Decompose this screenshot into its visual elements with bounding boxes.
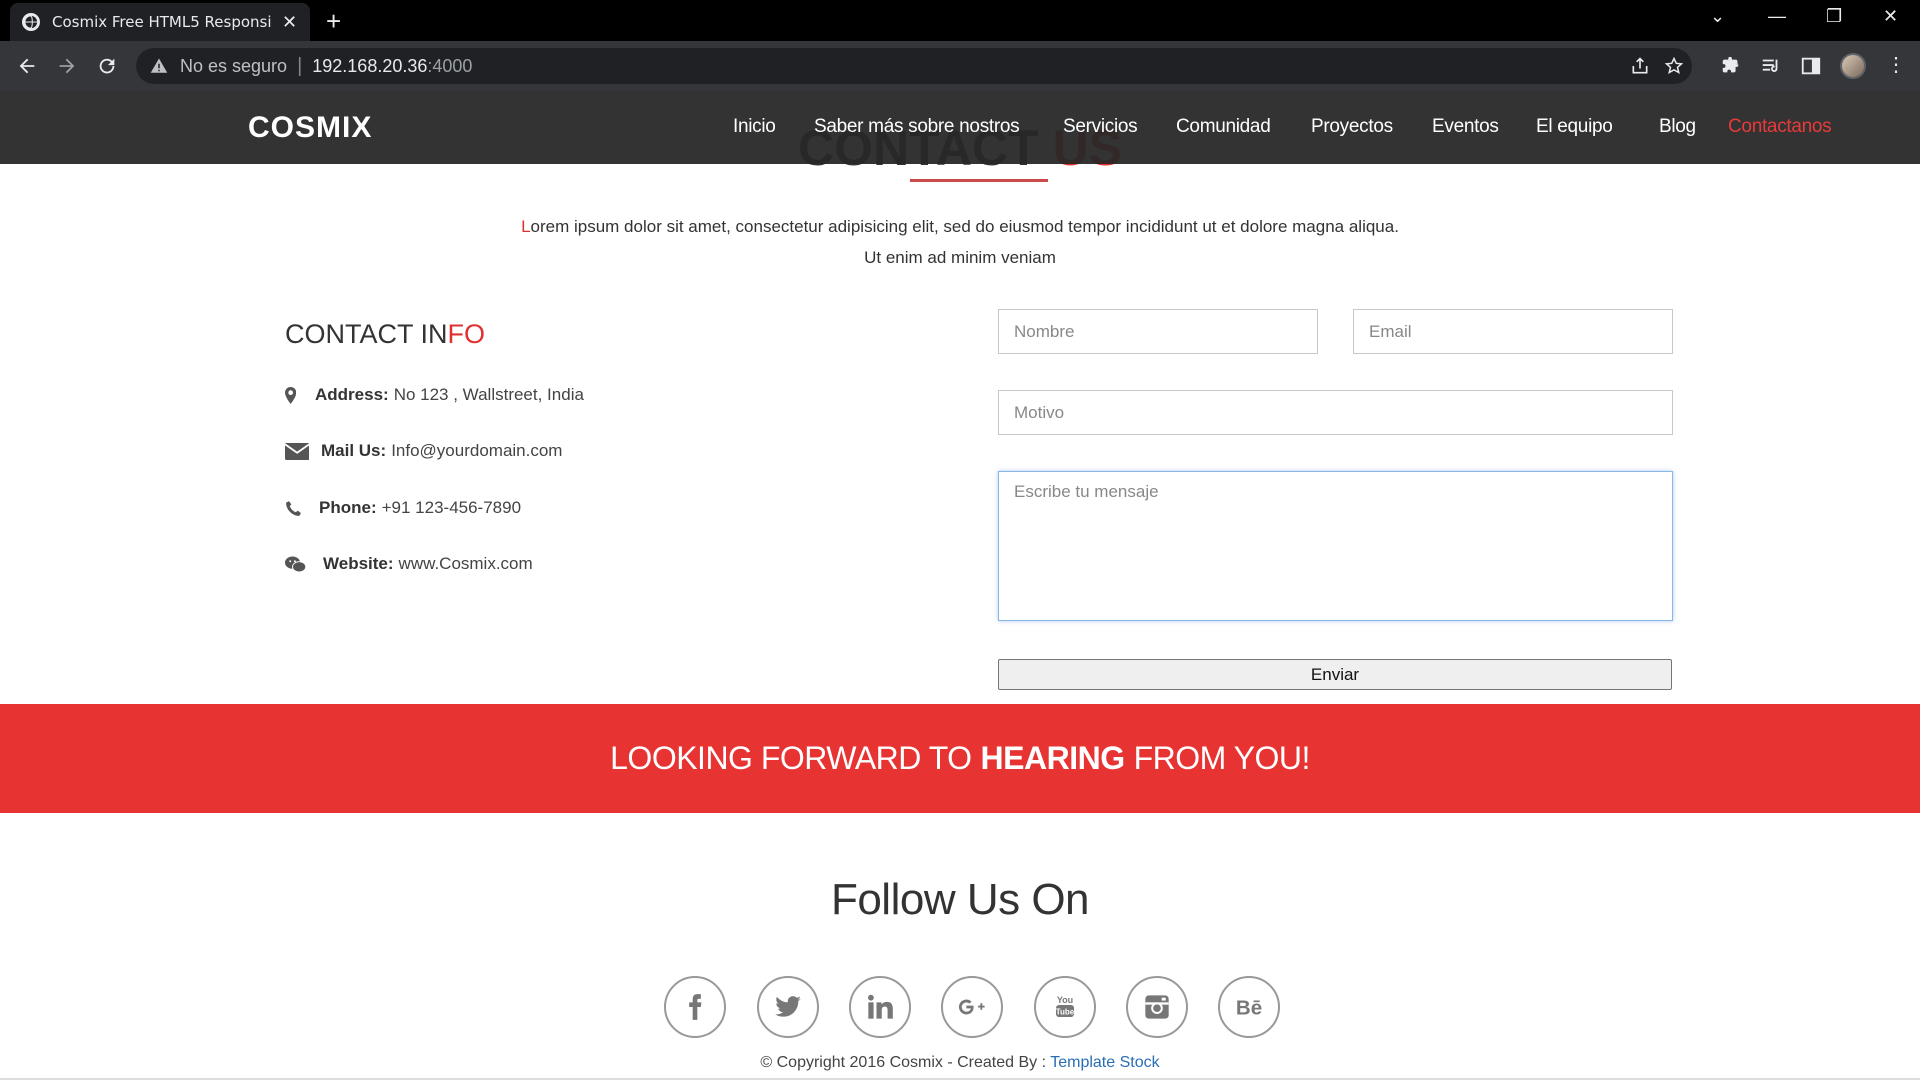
close-window-button[interactable]: ✕: [1883, 6, 1898, 27]
behance-icon[interactable]: Bē: [1218, 976, 1280, 1038]
mail-value[interactable]: Info@yourdomain.com: [391, 441, 562, 461]
profile-avatar[interactable]: [1840, 53, 1866, 79]
tab-search-icon[interactable]: ⌄: [1710, 6, 1725, 27]
bookmark-star-icon[interactable]: [1664, 56, 1684, 76]
tab-title: Cosmix Free HTML5 Responsive T: [52, 13, 272, 31]
name-input[interactable]: [998, 309, 1318, 354]
nav-item-contactanos[interactable]: Contactanos: [1728, 116, 1832, 138]
linkedin-icon[interactable]: [849, 976, 911, 1038]
tab-close-icon[interactable]: ✕: [282, 12, 297, 33]
share-icon[interactable]: [1630, 56, 1650, 76]
browser-tab[interactable]: Cosmix Free HTML5 Responsive T ✕: [10, 3, 310, 41]
phone-row: Phone: +91 123-456-7890: [285, 498, 521, 518]
send-button[interactable]: Enviar: [998, 659, 1672, 690]
svg-text:You: You: [1057, 995, 1073, 1005]
security-label[interactable]: No es seguro: [180, 56, 287, 77]
side-panel-icon[interactable]: [1800, 55, 1822, 77]
url-port: :4000: [427, 55, 473, 76]
address-bar[interactable]: No es seguro | 192.168.20.36 :4000: [136, 48, 1692, 84]
copyright-text: © Copyright 2016 Cosmix - Created By :: [760, 1054, 1051, 1071]
footer-copyright: © Copyright 2016 Cosmix - Created By : T…: [0, 1054, 1920, 1072]
address-value: No 123 , Wallstreet, India: [393, 385, 584, 404]
forward-arrow-icon[interactable]: [54, 53, 80, 79]
message-textarea[interactable]: [998, 471, 1673, 621]
nav-item-comunidad[interactable]: Comunidad: [1176, 116, 1271, 138]
url-host: 192.168.20.36: [312, 55, 428, 76]
banner-text-2: FROM YOU!: [1133, 740, 1311, 776]
nav-item-servicios[interactable]: Servicios: [1063, 116, 1138, 138]
section-lead-text: Lorem ipsum dolor sit amet, consectetur …: [0, 211, 1920, 273]
phone-icon: [285, 499, 309, 517]
extensions-icon[interactable]: [1720, 55, 1742, 77]
address-row: Address: No 123 , Wallstreet, India: [285, 385, 584, 405]
website-row: Website: www.Cosmix.com: [285, 554, 533, 574]
lead-line-1: Lorem ipsum dolor sit amet, consectetur …: [0, 211, 1920, 242]
twitter-icon[interactable]: [757, 976, 819, 1038]
reload-icon[interactable]: [94, 53, 120, 79]
nav-item-blog[interactable]: Blog: [1659, 116, 1696, 138]
browser-menu-icon[interactable]: ⋮: [1886, 55, 1906, 75]
minimize-button[interactable]: —: [1768, 6, 1786, 27]
mail-row: Mail Us: Info@yourdomain.com: [285, 441, 562, 461]
warning-icon[interactable]: [150, 57, 168, 75]
browser-toolbar: No es seguro | 192.168.20.36 :4000 ⋮: [0, 41, 1920, 91]
svg-text:Bē: Bē: [1236, 996, 1262, 1019]
contact-info-title-main: CONTACT IN: [285, 319, 448, 349]
restore-button[interactable]: ❐: [1826, 6, 1842, 27]
facebook-icon[interactable]: [664, 976, 726, 1038]
nav-item-eventos[interactable]: Eventos: [1432, 116, 1499, 138]
globe-icon: [22, 13, 40, 31]
nav-item-proyectos[interactable]: Proyectos: [1311, 116, 1393, 138]
mail-label: Mail Us:: [321, 441, 387, 460]
nav-item-about[interactable]: Saber más sobre nostros: [814, 116, 1020, 138]
phone-value: +91 123-456-7890: [381, 498, 522, 517]
media-queue-icon[interactable]: [1760, 55, 1782, 77]
site-logo[interactable]: COSMIX: [248, 111, 372, 145]
lead-line-1-text: orem ipsum dolor sit amet, consectetur a…: [530, 217, 1399, 236]
contact-info-title: CONTACT INFO: [285, 319, 485, 350]
back-arrow-icon[interactable]: [14, 53, 40, 79]
email-input[interactable]: [1353, 309, 1673, 354]
instagram-icon[interactable]: [1126, 976, 1188, 1038]
banner-text-bold: HEARING: [980, 740, 1126, 776]
new-tab-button[interactable]: +: [326, 8, 341, 34]
subject-input[interactable]: [998, 390, 1673, 435]
svg-text:Tube: Tube: [1056, 1008, 1075, 1017]
contact-info-title-accent: FO: [447, 319, 486, 349]
url-separator: |: [297, 54, 303, 77]
lead-line-2: Ut enim ad minim veniam: [864, 248, 1056, 267]
cta-banner: LOOKING FORWARD TO HEARING FROM YOU!: [0, 704, 1920, 813]
follow-title: Follow Us On: [830, 875, 1090, 924]
youtube-icon[interactable]: You Tube: [1034, 976, 1096, 1038]
template-stock-link[interactable]: Template Stock: [1050, 1054, 1159, 1071]
envelope-icon: [285, 442, 311, 460]
google-plus-icon[interactable]: [941, 976, 1003, 1038]
wechat-icon: [285, 555, 313, 573]
lead-first-letter: L: [521, 217, 531, 236]
website-label: Website:: [323, 554, 394, 573]
nav-item-el-equipo[interactable]: El equipo: [1536, 116, 1613, 138]
map-marker-icon: [285, 386, 305, 404]
web-page: CONTACT US COSMIX Inicio Saber más sobre…: [0, 91, 1920, 1080]
phone-label: Phone:: [319, 498, 377, 517]
banner-text-1: LOOKING FORWARD TO: [610, 740, 972, 776]
address-label: Address:: [315, 385, 389, 404]
nav-item-inicio[interactable]: Inicio: [733, 116, 776, 138]
site-navbar: COSMIX Inicio Saber más sobre nostros Se…: [0, 91, 1920, 164]
website-value[interactable]: www.Cosmix.com: [399, 554, 533, 574]
title-underline: [910, 179, 1048, 182]
browser-tabstrip: Cosmix Free HTML5 Responsive T ✕ + ⌄ — ❐…: [0, 0, 1920, 41]
